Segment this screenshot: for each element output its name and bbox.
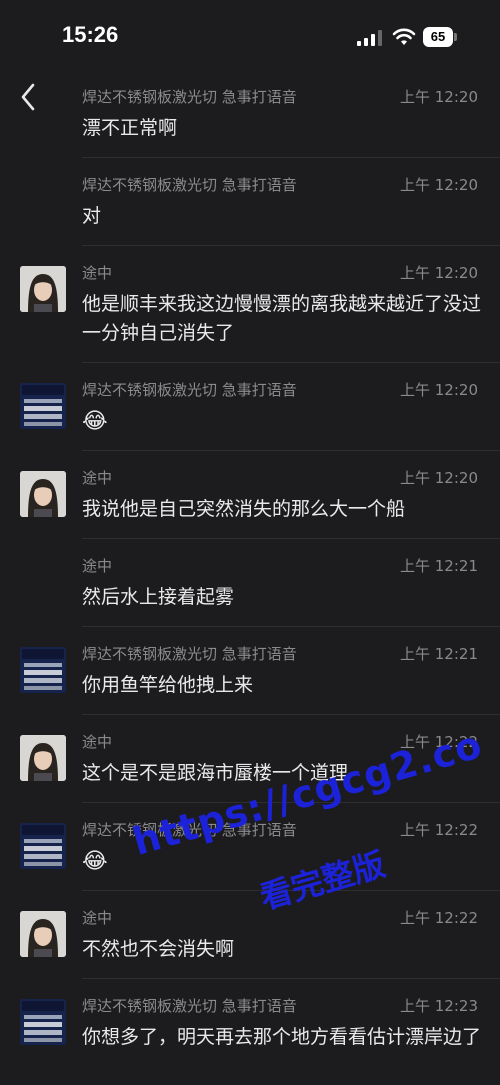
message-item[interactable]: 焊达不锈钢板激光切 急事打语音 上午 12:20 对 [82,158,500,246]
message-time: 上午 12:21 [400,645,478,663]
avatar[interactable] [20,823,66,869]
avatar[interactable] [20,911,66,957]
message-list: 焊达不锈钢板激光切 急事打语音 上午 12:20 漂不正常啊 焊达不锈钢板激光切 急事… [0,70,500,1085]
emoji-message: 😂 [82,409,108,434]
avatar[interactable] [20,735,66,781]
message-time: 上午 12:20 [400,381,478,399]
message-text: 我说他是自己突然消失的那么大一个船 [82,498,406,520]
sender-name: 焊达不锈钢板激光切 急事打语音 [82,645,297,663]
message-text: 漂不正常啊 [82,117,178,139]
sender-name: 途中 [82,909,113,927]
wifi-icon [392,28,416,45]
avatar[interactable] [20,999,66,1045]
status-time: 15:26 [62,22,119,47]
message-time: 上午 12:21 [400,557,478,575]
sender-name: 焊达不锈钢板激光切 急事打语音 [82,821,297,839]
message-time: 上午 12:20 [400,264,478,282]
sender-name: 焊达不锈钢板激光切 急事打语音 [82,176,297,194]
emoji-message: 😂 [82,849,108,874]
chat-screen: 15:26 65 焊达不锈钢板激光切 急事打语音 上午 12:20 漂不正常啊 焊达不… [0,0,500,1085]
message-text: 你用鱼竿给他拽上来 [82,674,254,696]
battery-level: 65 [423,27,453,47]
sender-name: 途中 [82,733,113,751]
message-item[interactable]: 途中 上午 12:20 他是顺丰来我这边慢慢漂的离我越来越近了没过一分钟自己消失了 [20,246,500,363]
message-time: 上午 12:23 [400,997,478,1015]
message-text: 你想多了，明天再去那个地方看看估计漂岸边了 [82,1026,482,1048]
message-time: 上午 12:22 [400,821,478,839]
message-item[interactable]: 焊达不锈钢板激光切 急事打语音 上午 12:20 😂 [20,363,500,451]
signal-icon [357,30,382,46]
avatar[interactable] [20,266,66,312]
message-item[interactable]: 途中 上午 12:22 不然也不会消失啊 [20,891,500,979]
message-time: 上午 12:20 [400,469,478,487]
avatar[interactable] [20,471,66,517]
message-text: 对 [82,205,102,227]
message-time: 上午 12:20 [400,88,478,106]
sender-name: 途中 [82,469,113,487]
message-item[interactable]: 途中 上午 12:22 这个是不是跟海市蜃楼一个道理 [20,715,500,803]
message-item[interactable]: 焊达不锈钢板激光切 急事打语音 上午 12:22 😂 [20,803,500,891]
message-item[interactable]: 途中 上午 12:21 然后水上接着起雾 [82,539,500,627]
sender-name: 途中 [82,264,113,282]
avatar[interactable] [20,647,66,693]
message-text: 这个是不是跟海市蜃楼一个道理 [82,762,349,784]
status-bar: 15:26 65 [0,0,500,70]
message-item[interactable]: 焊达不锈钢板激光切 急事打语音 上午 12:20 漂不正常啊 [82,70,500,158]
message-text: 不然也不会消失啊 [82,938,235,960]
message-item[interactable]: 焊达不锈钢板激光切 急事打语音 上午 12:21 你用鱼竿给他拽上来 [20,627,500,715]
avatar[interactable] [20,383,66,429]
message-item[interactable]: 焊达不锈钢板激光切 急事打语音 上午 12:23 你想多了，明天再去那个地方看看估计… [20,979,500,1085]
sender-name: 途中 [82,557,113,575]
message-text: 他是顺丰来我这边慢慢漂的离我越来越近了没过一分钟自己消失了 [82,293,482,344]
message-time: 上午 12:22 [400,733,478,751]
sender-name: 焊达不锈钢板激光切 急事打语音 [82,88,297,106]
sender-name: 焊达不锈钢板激光切 急事打语音 [82,997,297,1015]
message-time: 上午 12:20 [400,176,478,194]
message-item[interactable]: 途中 上午 12:20 我说他是自己突然消失的那么大一个船 [20,451,500,539]
message-time: 上午 12:22 [400,909,478,927]
message-text: 然后水上接着起雾 [82,586,235,608]
sender-name: 焊达不锈钢板激光切 急事打语音 [82,381,297,399]
battery-icon: 65 [423,27,457,47]
